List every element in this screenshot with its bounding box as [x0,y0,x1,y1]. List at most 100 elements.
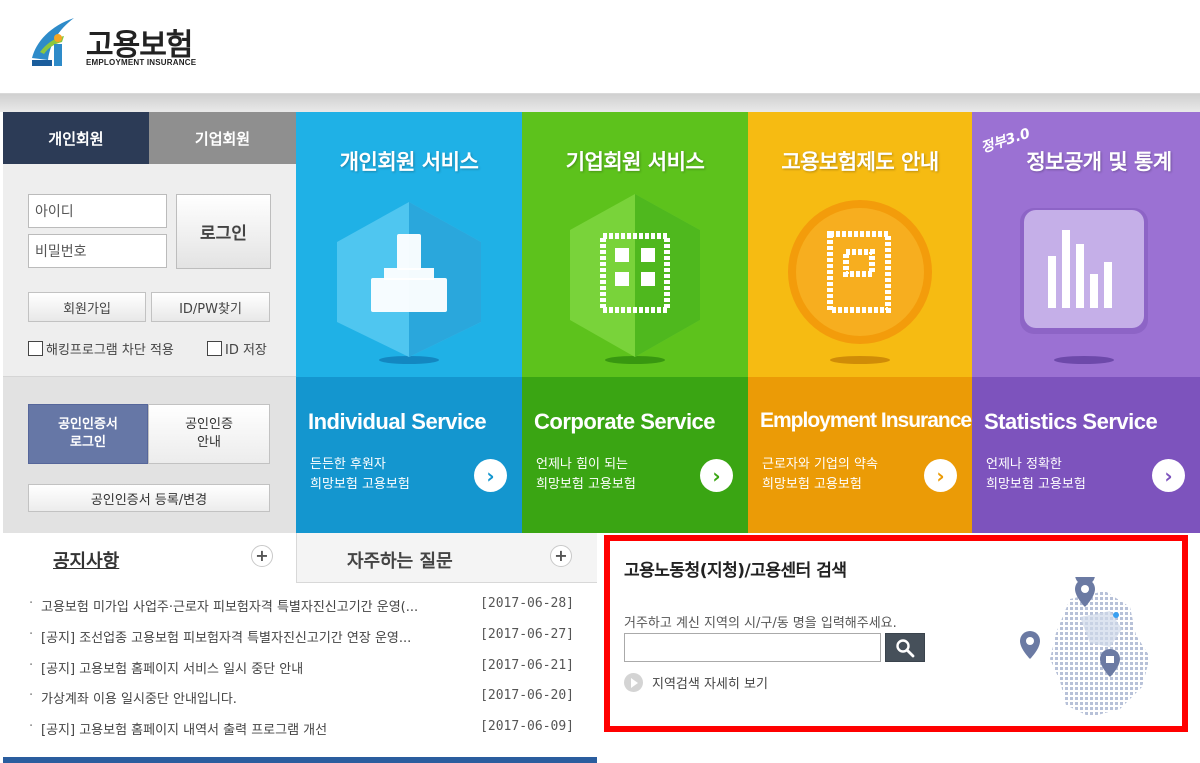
plus-icon[interactable]: + [251,545,273,567]
tile-top: 기업회원 서비스 [522,112,748,377]
tab-faq[interactable]: 자주하는 질문 + [296,533,597,583]
notice-date: [2017-06-27] [480,627,574,642]
tile-en-title: Individual Service [308,409,487,434]
logo-mark-icon [32,18,74,66]
bullet: · [29,658,34,673]
chevron-right-icon[interactable]: › [924,459,957,492]
bottom-accent-bar [3,757,597,763]
list-item[interactable]: · [공지] 조선업종 고용보험 피보험자격 특별자진신고기간 연장 운영...… [29,627,574,647]
tile-desc-2: 희망보험 고용보험 [986,477,1086,492]
tile-individual-service[interactable]: 개인회원 서비스 Individual Service 든든한 후원자 희망보험… [296,112,522,533]
site-header: 고용보험 EMPLOYMENT INSURANCE [0,0,1200,94]
tile-desc-1: 근로자와 기업의 약속 [762,457,878,472]
tile-bottom: Employment Insurance 근로자와 기업의 약속 희망보험 고용… [748,377,972,533]
bar-chart-icon [1020,208,1148,364]
office-search-box: 고용노동청(지청)/고용센터 검색 거주하고 계신 지역의 시/구/동 명을 입… [604,535,1188,732]
search-title: 고용노동청(지청)/고용센터 검색 [624,561,847,581]
search-button[interactable] [885,633,925,662]
tab-notice[interactable]: 공지사항 + [3,533,296,583]
search-area-footer [598,732,1200,763]
login-panel: 개인회원 기업회원 아이디 비밀번호 로그인 회원가입 ID/PW찾기 해킹프로… [3,112,296,533]
checkbox-box[interactable] [207,341,222,356]
certificate-register-button[interactable]: 공인인증서 등록/변경 [28,484,270,512]
tile-bottom: Corporate Service 언제나 힘이 되는 희망보험 고용보험 › [522,377,748,533]
hacking-block-checkbox[interactable]: 해킹프로그램 차단 적용 [28,339,174,358]
cert-login-line2: 로그인 [70,435,106,450]
tile-title: 고용보험제도 안내 [781,150,939,174]
tile-statistics-service[interactable]: 정부3.0 정보공개 및 통계 Statistics Service 언제나 정… [972,112,1200,533]
tab-corporate-member[interactable]: 기업회원 [149,112,296,164]
list-item[interactable]: · 고용보험 미가입 사업주·근로자 피보험자격 특별자진신고기간 운영(...… [29,596,574,616]
chevron-right-icon[interactable]: › [474,459,507,492]
cert-info-line1: 공인인증 [185,417,233,432]
tile-desc-2: 희망보험 고용보험 [310,477,410,492]
bullet: · [29,627,34,642]
play-icon [624,673,643,692]
save-id-checkbox[interactable]: ID 저장 [207,339,267,358]
notice-title[interactable]: [공지] 고용보험 홈페이지 서비스 일시 중단 안내 [41,658,471,678]
password-input[interactable]: 비밀번호 [28,234,167,268]
header-divider-stripe [0,94,1200,112]
notice-date: [2017-06-20] [480,688,574,703]
login-button[interactable]: 로그인 [176,194,271,269]
tile-title: 기업회원 서비스 [565,150,705,174]
hacking-block-label: 해킹프로그램 차단 적용 [46,343,174,358]
bullet: · [29,719,34,734]
notice-title[interactable]: 가상계좌 이용 일시중단 안내입니다. [41,688,471,708]
tile-desc-2: 희망보험 고용보험 [536,477,636,492]
notice-title[interactable]: [공지] 조선업종 고용보험 피보험자격 특별자진신고기간 연장 운영... [41,627,471,647]
chevron-right-icon[interactable]: › [700,459,733,492]
region-search-input[interactable] [624,633,881,662]
search-icon [896,638,915,657]
cert-info-line2: 안내 [197,435,221,450]
notice-date: [2017-06-09] [480,719,574,734]
logo-subtitle: EMPLOYMENT INSURANCE [86,58,197,67]
tile-en-title: Employment Insurance [760,409,972,432]
tile-top: 개인회원 서비스 [296,112,522,377]
tile-desc-1: 든든한 후원자 [310,457,386,472]
tab-personal-member[interactable]: 개인회원 [3,112,149,164]
list-item[interactable]: · [공지] 고용보험 홈페이지 내역서 출력 프로그램 개선 [2017-06… [29,719,574,739]
join-button[interactable]: 회원가입 [28,292,146,322]
region-search-detail-link[interactable]: 지역검색 자세히 보기 [624,673,768,692]
notice-list: · 고용보험 미가입 사업주·근로자 피보험자격 특별자진신고기간 운영(...… [3,583,597,763]
tab-faq-label[interactable]: 자주하는 질문 [347,547,453,573]
building-icon [570,194,700,364]
tab-notice-label[interactable]: 공지사항 [53,547,119,573]
tile-top: 고용보험제도 안내 [748,112,972,377]
bullet: · [29,688,34,703]
list-item[interactable]: · 가상계좌 이용 일시중단 안내입니다. [2017-06-20] [29,688,574,708]
bullet: · [29,596,34,611]
notice-title[interactable]: 고용보험 미가입 사업주·근로자 피보험자격 특별자진신고기간 운영(... [41,596,471,616]
tile-bottom: Statistics Service 언제나 정확한 희망보험 고용보험 › [972,377,1200,533]
plus-icon[interactable]: + [550,545,572,567]
notice-date: [2017-06-21] [480,658,574,673]
tile-desc-1: 언제나 힘이 되는 [536,457,628,472]
region-search-detail-label[interactable]: 지역검색 자세히 보기 [652,673,768,692]
certificate-area: 공인인증서 로그인 공인인증 안내 공인인증서 등록/변경 [3,377,296,533]
chevron-right-icon[interactable]: › [1152,459,1185,492]
tile-top: 정부3.0 정보공개 및 통계 [972,112,1200,377]
person-icon [337,202,481,364]
certificate-info-button[interactable]: 공인인증 안내 [148,404,270,464]
find-id-pw-button[interactable]: ID/PW찾기 [151,292,270,322]
tile-corporate-service[interactable]: 기업회원 서비스 Corporate Service 언제나 힘이 되는 희망보… [522,112,748,533]
tile-en-title: Corporate Service [534,409,716,434]
member-tabs: 개인회원 기업회원 [3,112,296,164]
korea-map-icon [1020,577,1150,717]
tile-bottom: Individual Service 든든한 후원자 희망보험 고용보험 › [296,377,522,533]
certificate-login-button[interactable]: 공인인증서 로그인 [28,404,148,464]
list-item[interactable]: · [공지] 고용보험 홈페이지 서비스 일시 중단 안내 [2017-06-2… [29,658,574,678]
search-guide: 거주하고 계신 지역의 시/구/동 명을 입력해주세요. [624,616,897,631]
tile-desc-2: 희망보험 고용보험 [762,477,862,492]
cert-login-line1: 공인인증서 [58,417,118,432]
tile-desc-1: 언제나 정확한 [986,457,1062,472]
document-icon [788,200,932,364]
id-input[interactable]: 아이디 [28,194,167,228]
site-logo[interactable]: 고용보험 EMPLOYMENT INSURANCE [28,14,218,74]
checkbox-box[interactable] [28,341,43,356]
notice-title[interactable]: [공지] 고용보험 홈페이지 내역서 출력 프로그램 개선 [41,719,471,739]
tile-employment-insurance[interactable]: 고용보험제도 안내 Employment Insurance 근로자와 기업의 … [748,112,972,533]
notice-date: [2017-06-28] [480,596,574,611]
tile-en-title: Statistics Service [984,409,1158,434]
